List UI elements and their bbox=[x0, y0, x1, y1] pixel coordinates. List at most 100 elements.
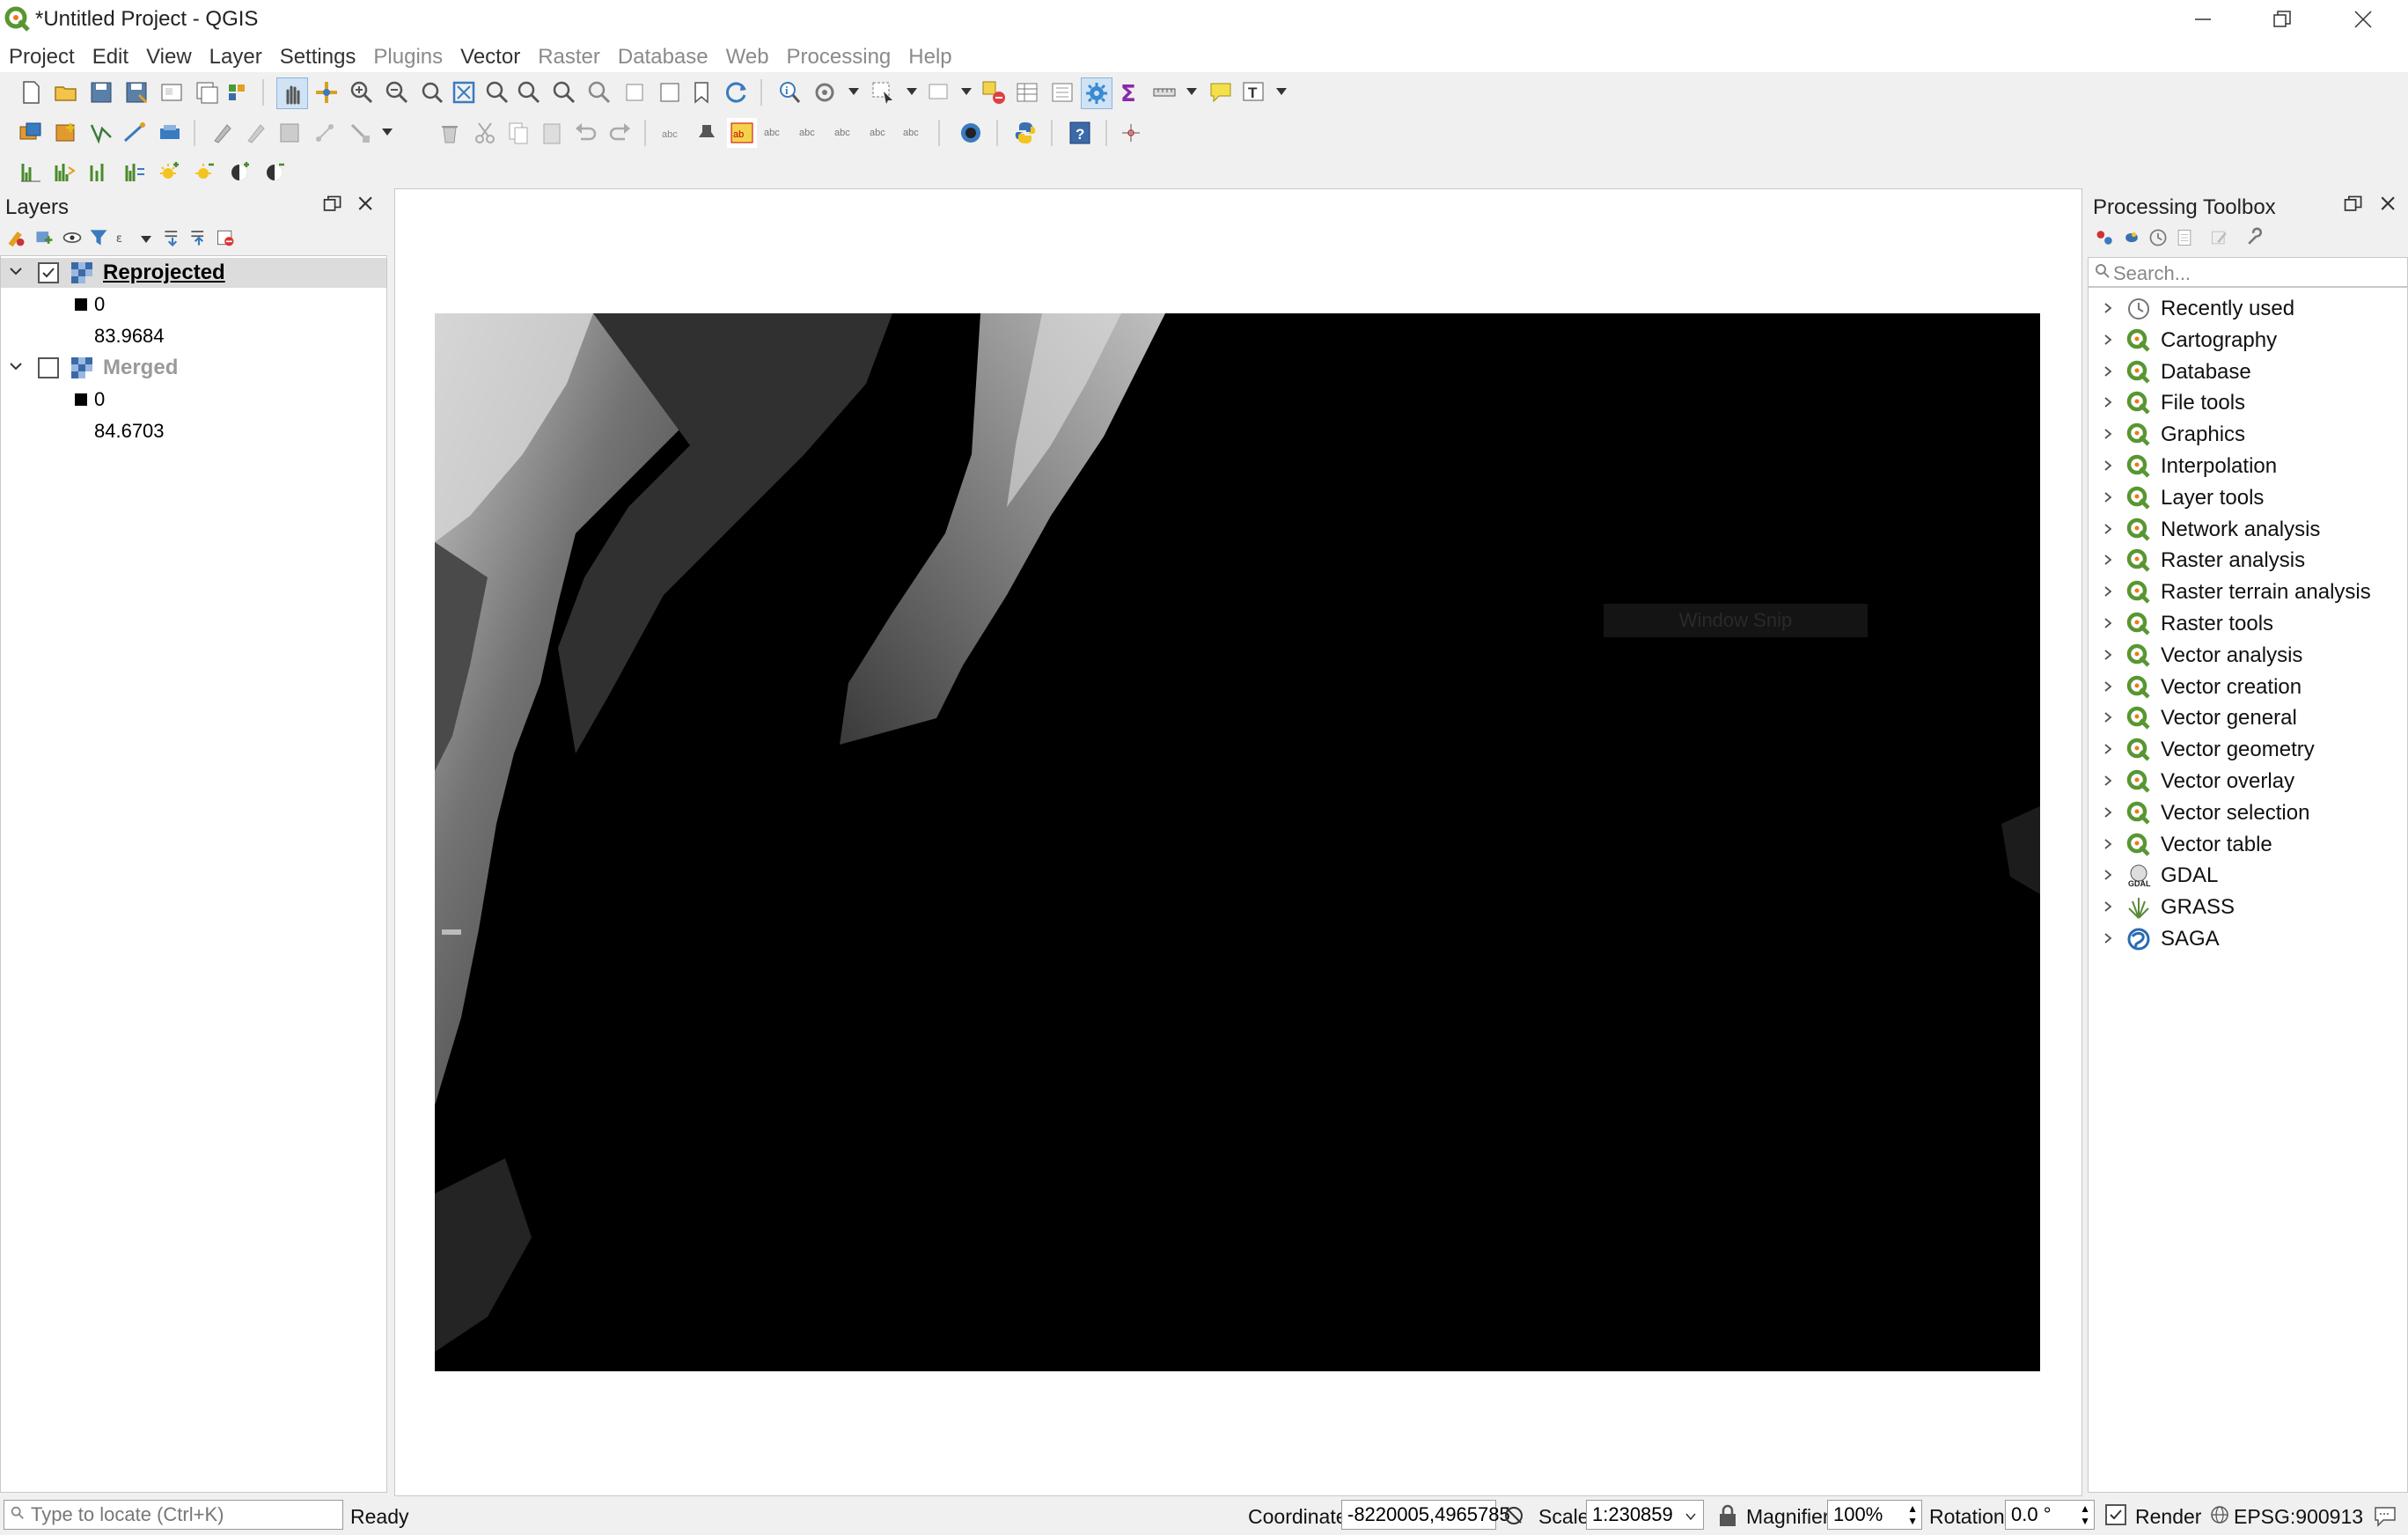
chevron-right-icon[interactable] bbox=[2096, 329, 2120, 352]
statistics-sum-icon[interactable]: Σ bbox=[1114, 77, 1144, 107]
crosshair-icon[interactable] bbox=[1116, 118, 1146, 148]
save-edits-icon[interactable] bbox=[275, 118, 305, 148]
menu-project[interactable]: Project bbox=[0, 45, 84, 70]
zoom-full-icon[interactable] bbox=[449, 77, 479, 107]
filter-legend-icon[interactable] bbox=[88, 227, 113, 253]
undock-panel-icon[interactable] bbox=[322, 194, 347, 218]
processing-group-row[interactable]: Raster tools bbox=[2089, 608, 2405, 640]
menu-database[interactable]: Database bbox=[609, 45, 717, 70]
close-panel-icon[interactable] bbox=[2378, 194, 2403, 218]
chevron-right-icon[interactable] bbox=[2096, 518, 2120, 541]
menu-vector[interactable]: Vector bbox=[452, 45, 529, 70]
layout-manager-icon[interactable] bbox=[192, 77, 222, 107]
chevron-right-icon[interactable] bbox=[2096, 549, 2120, 572]
increase-contrast-icon[interactable] bbox=[225, 157, 255, 187]
virtual-layer-icon[interactable] bbox=[155, 118, 185, 148]
toggle-extents-icon[interactable] bbox=[1501, 1503, 1526, 1533]
redo-icon[interactable] bbox=[606, 118, 635, 148]
deselect-all-icon[interactable] bbox=[979, 77, 1009, 107]
render-checkbox[interactable] bbox=[2105, 1504, 2126, 1525]
chevron-right-icon[interactable] bbox=[2096, 770, 2120, 793]
zoom-rubberband-icon[interactable] bbox=[417, 77, 447, 107]
processing-group-row[interactable]: GDAL GDAL bbox=[2089, 860, 2405, 892]
show-hide-labels-icon[interactable]: abc bbox=[899, 118, 929, 148]
chevron-right-icon[interactable] bbox=[2096, 581, 2120, 604]
processing-group-row[interactable]: Vector creation bbox=[2089, 672, 2405, 703]
chevron-down-icon[interactable] bbox=[1, 356, 31, 379]
filter-by-expression-icon[interactable]: ε bbox=[114, 227, 139, 253]
chevron-right-icon[interactable] bbox=[2096, 834, 2120, 856]
zoom-next-icon[interactable] bbox=[620, 77, 650, 107]
chevron-right-icon[interactable] bbox=[2096, 928, 2120, 951]
data-source-manager-icon[interactable] bbox=[16, 118, 46, 148]
pan-to-selection-icon[interactable] bbox=[312, 77, 341, 107]
open-project-icon[interactable] bbox=[51, 77, 81, 107]
zoom-out-icon[interactable] bbox=[382, 77, 412, 107]
chevron-right-icon[interactable] bbox=[2096, 487, 2120, 510]
scale-combobox[interactable]: 1:230859 bbox=[1586, 1500, 1704, 1530]
zoom-native-icon[interactable] bbox=[549, 77, 579, 107]
processing-group-row[interactable]: Interpolation bbox=[2089, 451, 2405, 482]
new-geopackage-layer-icon[interactable] bbox=[51, 118, 81, 148]
crs-label[interactable]: EPSG:900913 bbox=[2234, 1505, 2363, 1529]
zoom-last-icon[interactable] bbox=[584, 77, 614, 107]
processing-search-field[interactable]: Search... bbox=[2088, 257, 2408, 287]
new-print-layout-icon[interactable] bbox=[157, 77, 187, 107]
processing-group-row[interactable]: GRASS bbox=[2089, 892, 2405, 923]
run-action-icon[interactable] bbox=[810, 77, 840, 107]
label-tool-icon[interactable]: abc bbox=[658, 118, 688, 148]
spin-arrows-icon[interactable]: ▲ ▼ bbox=[2080, 1502, 2090, 1527]
processing-group-row[interactable]: Cartography bbox=[2089, 325, 2405, 356]
expand-all-icon[interactable] bbox=[162, 227, 187, 253]
map-tips-icon[interactable] bbox=[1206, 77, 1236, 107]
processing-group-row[interactable]: Layer tools bbox=[2089, 482, 2405, 514]
chevron-right-icon[interactable] bbox=[2096, 423, 2120, 446]
pin-labels-icon[interactable] bbox=[692, 118, 722, 148]
text-annotation-icon[interactable]: T bbox=[1239, 77, 1269, 107]
magnifier-spinbox[interactable]: 100% ▲ ▼ bbox=[1827, 1500, 1922, 1530]
menu-edit[interactable]: Edit bbox=[84, 45, 137, 70]
save-project-icon[interactable] bbox=[86, 77, 116, 107]
chevron-right-icon[interactable] bbox=[2096, 676, 2120, 699]
processing-group-row[interactable]: Recently used bbox=[2089, 293, 2405, 325]
paste-features-icon[interactable] bbox=[537, 118, 567, 148]
chevron-right-icon[interactable] bbox=[2096, 896, 2120, 919]
menu-plugins[interactable]: Plugins bbox=[364, 45, 452, 70]
scripts-icon[interactable] bbox=[2121, 227, 2146, 253]
collapse-all-icon[interactable] bbox=[188, 227, 213, 253]
change-label-icon[interactable]: abc bbox=[831, 118, 861, 148]
new-shapefile-layer-icon[interactable] bbox=[86, 118, 116, 148]
chevron-down-icon[interactable] bbox=[1, 261, 31, 284]
vertex-tool-icon[interactable] bbox=[345, 118, 375, 148]
chevron-right-icon[interactable] bbox=[2096, 392, 2120, 415]
chevron-right-icon[interactable] bbox=[2096, 707, 2120, 730]
processing-group-row[interactable]: Graphics bbox=[2089, 419, 2405, 451]
new-map-view-icon[interactable] bbox=[655, 77, 685, 107]
spin-arrows-icon[interactable]: ▲ ▼ bbox=[1907, 1502, 1918, 1527]
select-features-icon[interactable] bbox=[868, 77, 898, 107]
processing-group-row[interactable]: Vector general bbox=[2089, 702, 2405, 734]
menu-processing[interactable]: Processing bbox=[778, 45, 900, 70]
decrease-contrast-icon[interactable] bbox=[261, 157, 290, 187]
restore-button[interactable] bbox=[2243, 0, 2322, 39]
chevron-right-icon[interactable] bbox=[2096, 802, 2120, 825]
measure-line-icon[interactable] bbox=[1149, 77, 1179, 107]
histogram-icon[interactable] bbox=[16, 157, 46, 187]
locator-search-field[interactable]: Type to locate (Ctrl+K) bbox=[4, 1500, 343, 1530]
python-console-icon[interactable] bbox=[1010, 118, 1040, 148]
delete-selected-icon[interactable] bbox=[435, 118, 465, 148]
close-button[interactable] bbox=[2324, 0, 2403, 39]
processing-group-row[interactable]: Vector selection bbox=[2089, 797, 2405, 829]
current-edits-icon[interactable] bbox=[208, 118, 238, 148]
style-manager-icon[interactable] bbox=[224, 77, 253, 107]
refresh-icon[interactable] bbox=[722, 77, 752, 107]
menu-settings[interactable]: Settings bbox=[271, 45, 365, 70]
coordinate-field[interactable]: -8220005,4965785 bbox=[1341, 1500, 1510, 1530]
menu-help[interactable]: Help bbox=[899, 45, 960, 70]
rotate-label-icon[interactable]: abc bbox=[796, 118, 826, 148]
rotation-spinbox[interactable]: 0.0 ° ▲ ▼ bbox=[2005, 1500, 2095, 1530]
lock-scale-icon[interactable] bbox=[1716, 1503, 1739, 1533]
processing-group-row[interactable]: Vector table bbox=[2089, 829, 2405, 861]
processing-group-row[interactable]: File tools bbox=[2089, 387, 2405, 419]
close-panel-icon[interactable] bbox=[356, 194, 380, 218]
